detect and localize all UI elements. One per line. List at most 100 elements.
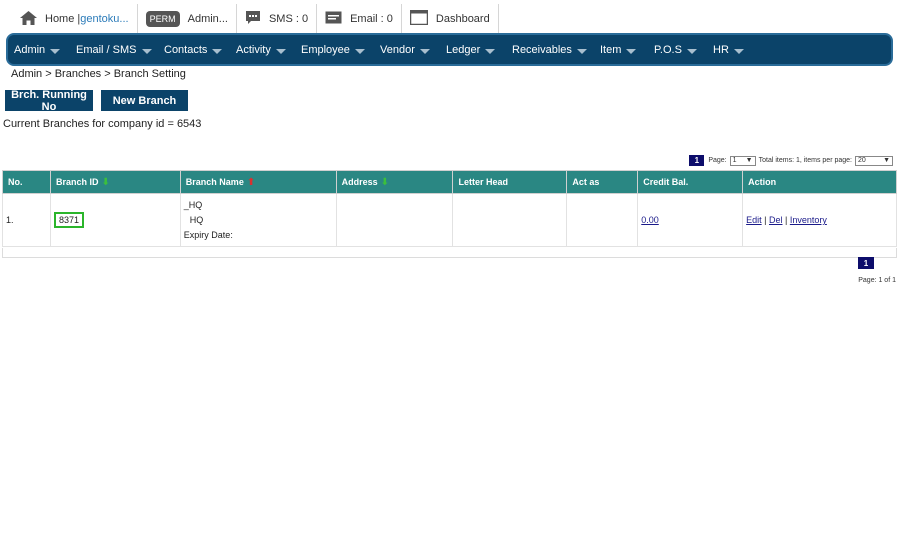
nav-label: Receivables: [512, 44, 572, 56]
top-bar: Home | gentoku... PERM Admin... SMS : 0 …: [12, 4, 499, 34]
nav-item-hr[interactable]: HR: [713, 44, 744, 56]
perm-badge: PERM: [145, 11, 180, 27]
chevron-down-icon: [626, 49, 637, 54]
email-label: Email : 0: [350, 13, 393, 25]
sms-link[interactable]: SMS : 0: [237, 4, 318, 34]
nav-item-contacts[interactable]: Contacts: [164, 44, 223, 56]
sms-label: SMS : 0: [268, 13, 309, 25]
header-label: Credit Bal.: [643, 177, 689, 187]
items-per-page-select[interactable]: 20 ▼: [855, 155, 893, 166]
header-label: Action: [748, 177, 777, 187]
home-link[interactable]: Home | gentoku...: [12, 4, 138, 34]
table-footer-divider: [2, 248, 897, 258]
inventory-link[interactable]: Inventory: [790, 215, 827, 225]
nav-label: Employee: [301, 44, 350, 56]
home-label: Home |: [45, 13, 81, 25]
header-label: Branch ID: [55, 176, 99, 187]
total-items-label: Total items: 1, items per page:: [758, 157, 852, 164]
nav-item-vendor[interactable]: Vendor: [380, 44, 430, 56]
nav-label: Vendor: [380, 44, 415, 56]
chevron-down-icon: [419, 49, 430, 54]
chevron-down-icon: [212, 49, 223, 54]
nav-item-admin[interactable]: Admin: [14, 44, 61, 56]
col-header-credit-bal: Credit Bal.: [637, 170, 744, 194]
col-header-act-as: Act as: [566, 170, 639, 194]
chevron-down-icon: [576, 49, 587, 54]
col-header-branch-id[interactable]: Branch ID ⬇: [49, 170, 181, 194]
nav-label: Contacts: [164, 44, 208, 56]
col-header-branch-name[interactable]: Branch Name ⬆: [179, 170, 337, 194]
sort-up-arrow-icon[interactable]: ⬆: [247, 177, 255, 188]
credit-balance-link[interactable]: 0.00: [641, 215, 659, 225]
branch-name: HQ: [189, 214, 204, 225]
nav-item-receivables[interactable]: Receivables: [512, 44, 587, 56]
nav-label: Admin: [14, 44, 46, 56]
dropdown-arrow-icon: ▼: [883, 157, 890, 164]
dashboard-label: Dashboard: [435, 13, 490, 25]
header-label: No.: [8, 177, 23, 187]
sms-icon: [245, 10, 261, 28]
pager-top: 1 Page: 1 ▼ Total items: 1, items per pa…: [689, 155, 896, 166]
page-number-button[interactable]: 1: [689, 155, 705, 166]
page-of-label: Page: 1 of 1: [858, 277, 896, 284]
dashboard-icon: [409, 9, 429, 28]
chevron-down-icon: [686, 49, 697, 54]
items-per-page-value: 20: [858, 157, 866, 164]
header-label: Address: [341, 176, 378, 187]
nav-item-pos[interactable]: P.O.S: [654, 44, 697, 56]
cell-letter-head: [452, 193, 568, 247]
nav-item-ledger[interactable]: Ledger: [446, 44, 496, 56]
expiry-date-label: Expiry Date:: [183, 229, 233, 240]
chevron-down-icon: [733, 49, 744, 54]
col-header-address[interactable]: Address ⬇: [335, 170, 454, 194]
new-branch-button[interactable]: New Branch: [101, 90, 188, 111]
admin-label: Admin...: [187, 13, 228, 25]
cell-credit-bal: 0.00: [637, 193, 744, 247]
cell-act-as: [566, 193, 639, 247]
branch-id-value[interactable]: 8371: [53, 212, 84, 228]
page-number-button-bottom[interactable]: 1: [858, 257, 874, 269]
col-header-letter-head: Letter Head: [452, 170, 568, 194]
cell-no: 1.: [2, 193, 51, 247]
sort-down-arrow-icon[interactable]: ⬇: [381, 177, 389, 188]
nav-item-email-sms[interactable]: Email / SMS: [76, 44, 152, 56]
delete-link[interactable]: Del: [769, 215, 783, 225]
sort-down-arrow-icon[interactable]: ⬇: [101, 177, 109, 188]
email-icon: [325, 11, 342, 27]
company-info-text: Current Branches for company id = 6543: [3, 118, 202, 130]
branch-running-no-button[interactable]: Brch. Running No: [5, 89, 93, 113]
chevron-down-icon: [485, 49, 496, 54]
page-select[interactable]: 1 ▼: [729, 155, 756, 166]
nav-label: HR: [713, 44, 729, 56]
branch-code: _HQ: [183, 199, 203, 210]
col-header-action: Action: [742, 170, 897, 194]
nav-label: Ledger: [446, 44, 481, 56]
home-icon: [20, 10, 37, 28]
col-header-no: No.: [2, 170, 51, 194]
chevron-down-icon: [141, 49, 152, 54]
header-label: Branch Name: [185, 176, 244, 187]
edit-link[interactable]: Edit: [746, 215, 762, 225]
email-link[interactable]: Email : 0: [317, 4, 402, 34]
cell-branch-name: _HQ HQ Expiry Date:: [179, 193, 337, 247]
cell-branch-id: 8371: [49, 193, 181, 247]
dashboard-link[interactable]: Dashboard: [402, 4, 499, 34]
home-user-link[interactable]: gentoku...: [80, 13, 128, 25]
admin-menu[interactable]: PERM Admin...: [138, 4, 237, 34]
cell-action: Edit | Del | Inventory: [742, 193, 897, 247]
nav-item-employee[interactable]: Employee: [301, 44, 365, 56]
cell-address: [335, 193, 454, 247]
chevron-down-icon: [275, 49, 286, 54]
nav-item-item[interactable]: Item: [600, 44, 637, 56]
branches-table: No. Branch ID ⬇ Branch Name ⬆ Address ⬇ Let…: [2, 170, 897, 247]
action-separator: |: [782, 215, 790, 225]
dropdown-arrow-icon: ▼: [745, 157, 753, 164]
action-separator: |: [761, 215, 769, 225]
main-nav: Admin Email / SMS Contacts Activity Empl…: [6, 33, 893, 66]
nav-label: P.O.S: [654, 44, 682, 56]
chevron-down-icon: [354, 49, 365, 54]
page-select-value: 1: [732, 157, 737, 164]
nav-item-activity[interactable]: Activity: [236, 44, 286, 56]
chevron-down-icon: [50, 49, 61, 54]
nav-label: Item: [600, 44, 622, 56]
